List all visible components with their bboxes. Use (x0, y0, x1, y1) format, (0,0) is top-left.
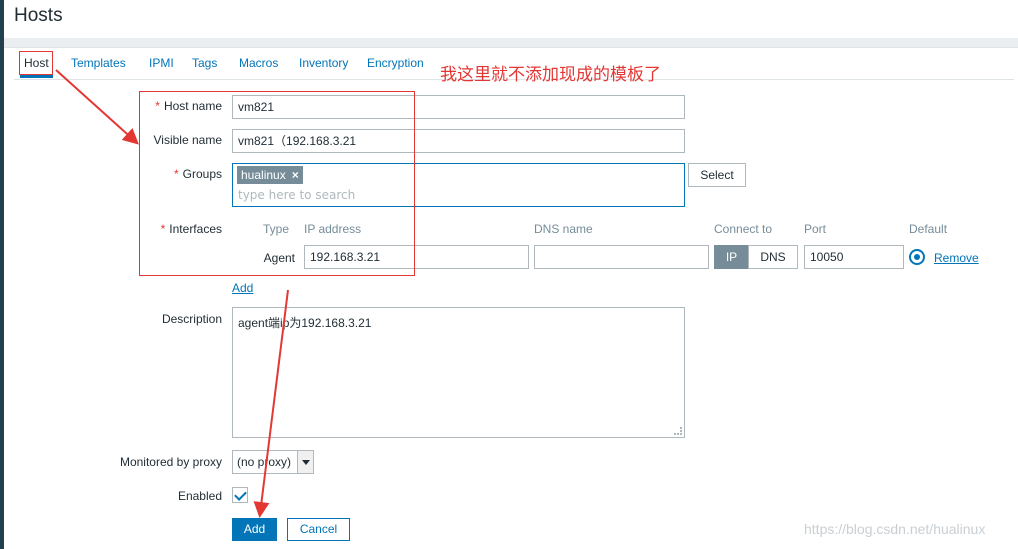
page-title: Hosts (14, 5, 63, 26)
connect-to-dns-button[interactable]: DNS (748, 245, 798, 269)
header-divider (4, 38, 1018, 48)
annotation-box-host-tab (19, 51, 53, 75)
description-textarea[interactable]: agent端ip为192.168.3.21 (232, 307, 685, 438)
interface-remove-link[interactable]: Remove (934, 251, 979, 265)
interfaces-header-default: Default (909, 222, 948, 236)
tab-templates[interactable]: Templates (71, 50, 126, 78)
resize-handle-icon[interactable] (674, 427, 682, 435)
tab-encryption[interactable]: Encryption (367, 50, 424, 78)
proxy-select-value: (no proxy) (237, 455, 292, 469)
groups-select-button[interactable]: Select (688, 163, 746, 187)
interface-port-input[interactable]: 10050 (804, 245, 904, 269)
proxy-select[interactable]: (no proxy) (232, 450, 314, 474)
tab-macros[interactable]: Macros (239, 50, 278, 78)
interfaces-header-dns: DNS name (534, 222, 593, 236)
annotation-text: 我这里就不添加现成的模板了 (440, 65, 661, 85)
enabled-checkbox[interactable] (232, 487, 248, 503)
interface-dns-input[interactable] (534, 245, 709, 269)
cancel-button[interactable]: Cancel (287, 518, 350, 541)
description-text: agent端ip为192.168.3.21 (238, 316, 372, 330)
chevron-down-icon (297, 451, 313, 473)
interface-add-link[interactable]: Add (232, 281, 253, 295)
proxy-label: Monitored by proxy (119, 455, 222, 469)
enabled-label: Enabled (177, 489, 222, 503)
watermark: https://blog.csdn.net/hualinux (804, 521, 986, 537)
tab-tags[interactable]: Tags (192, 50, 217, 78)
description-label: Description (161, 312, 222, 326)
default-interface-radio[interactable] (909, 249, 925, 265)
interfaces-header-connect-to: Connect to (714, 222, 773, 236)
annotation-box-fields (139, 91, 415, 276)
interfaces-header-port: Port (804, 222, 827, 236)
connect-to-ip-button[interactable]: IP (714, 245, 749, 269)
add-button[interactable]: Add (232, 518, 277, 541)
page-header: Hosts (4, 0, 1018, 38)
tab-ipmi[interactable]: IPMI (149, 50, 174, 78)
left-sidebar-strip (0, 0, 4, 549)
tab-inventory[interactable]: Inventory (299, 50, 348, 78)
